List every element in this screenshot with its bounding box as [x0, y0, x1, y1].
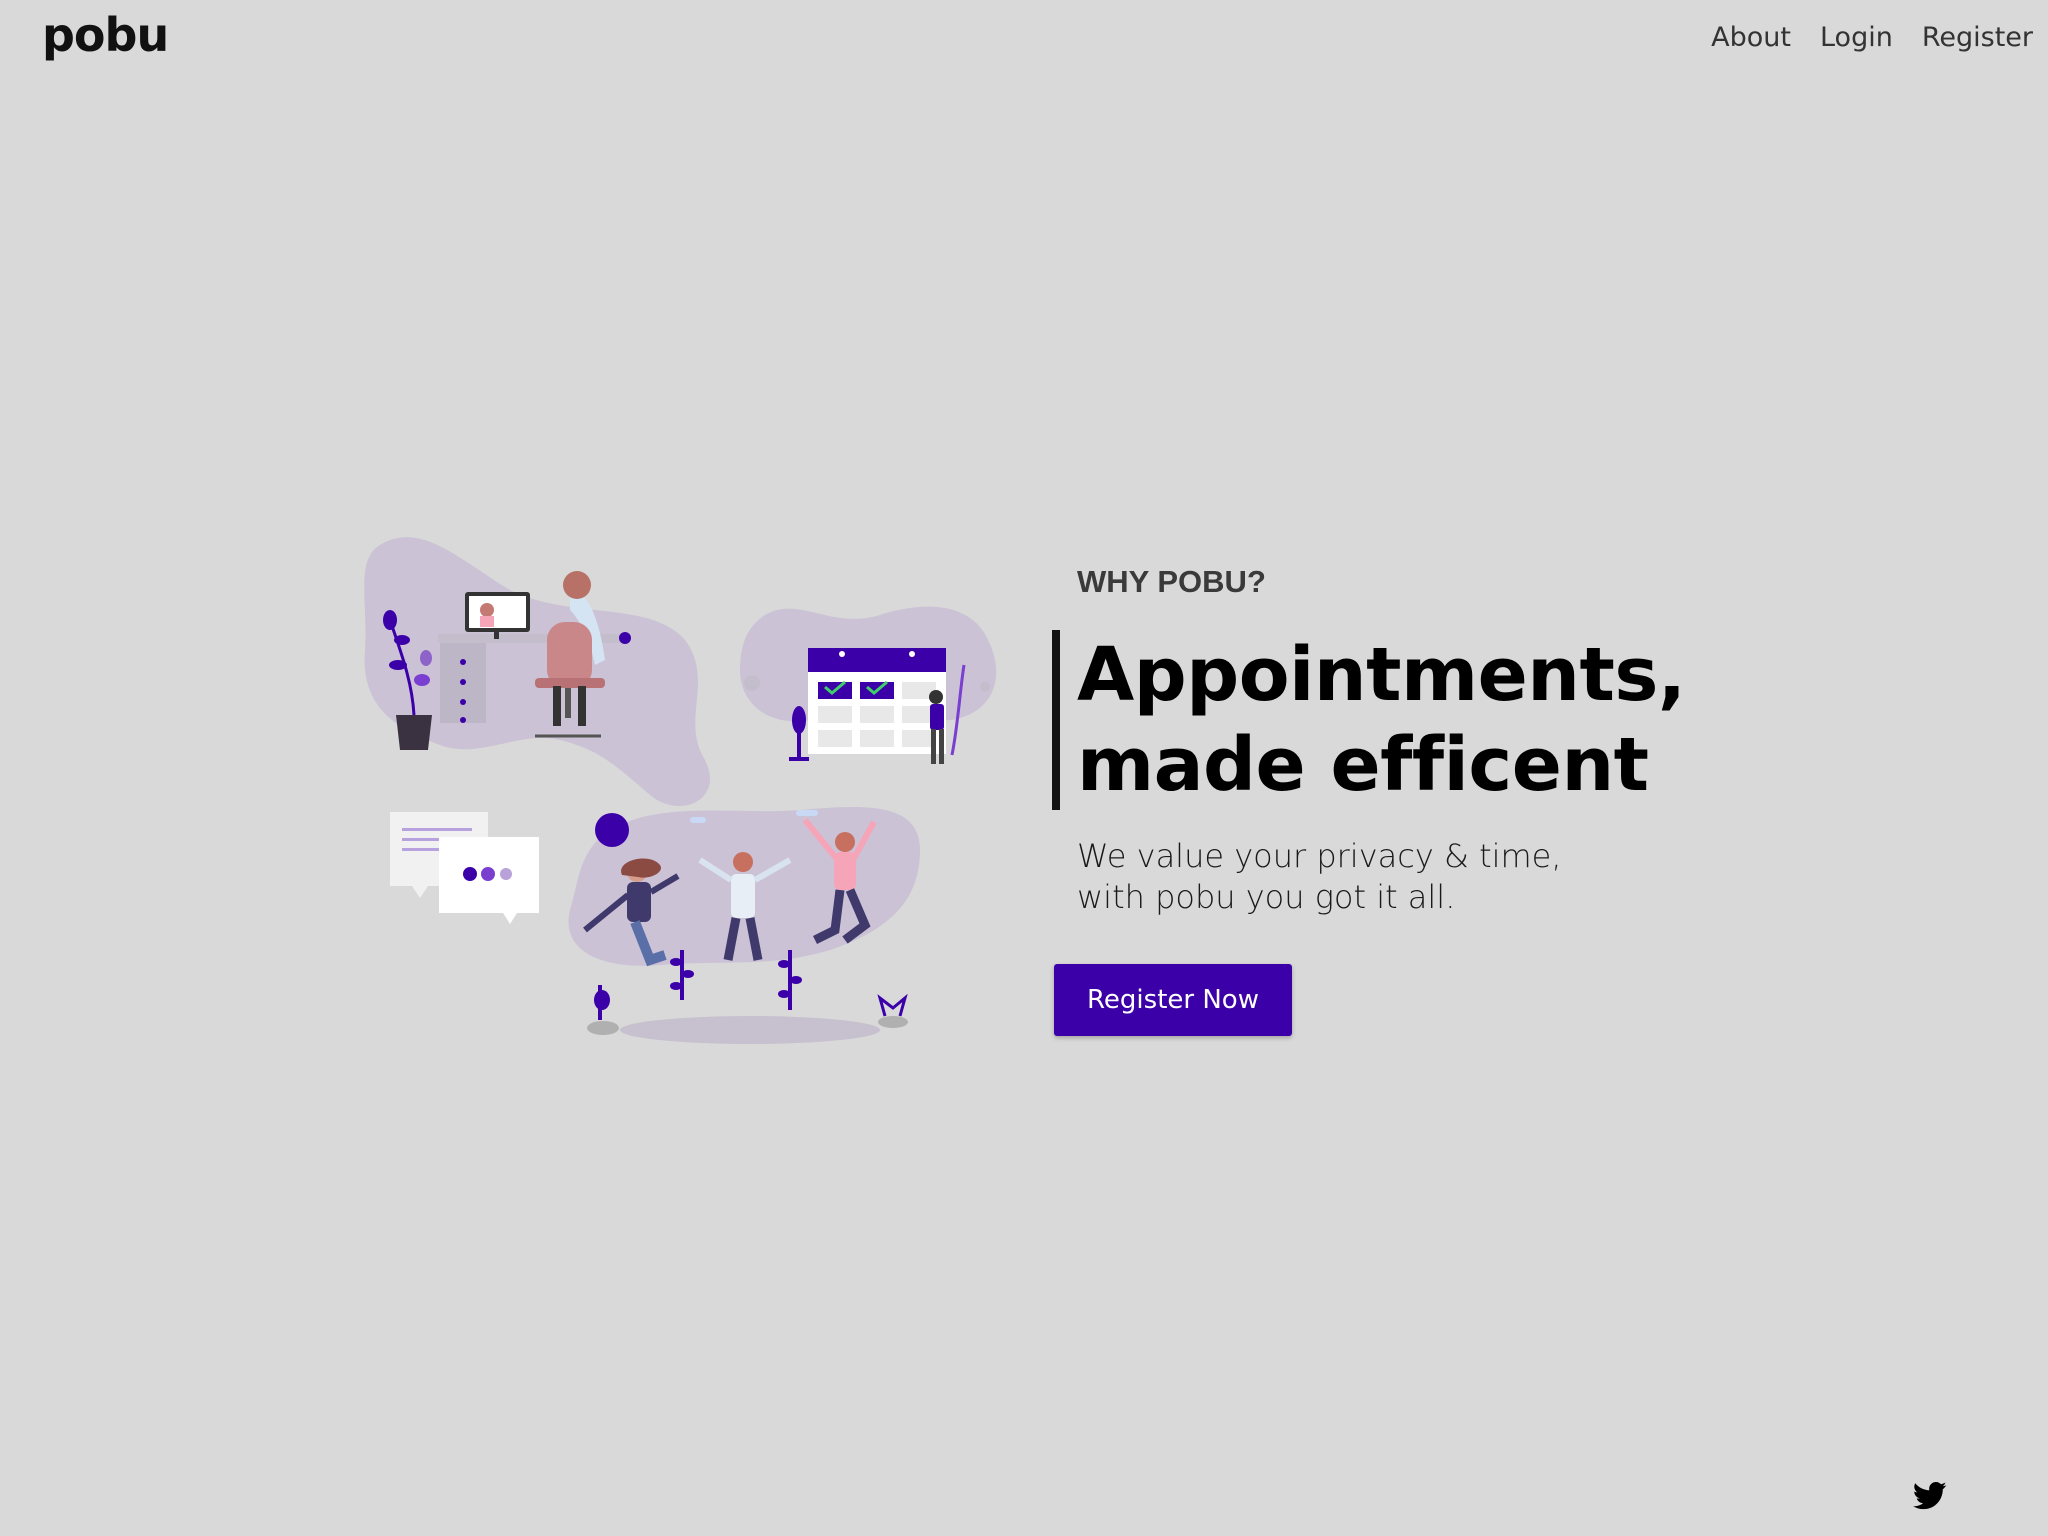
headline-block: Appointments, made efficent: [1052, 630, 1686, 810]
celebration-scene: [568, 806, 920, 1044]
nav-login-link[interactable]: Login: [1820, 22, 1893, 53]
subtitle-line-1: We value your privacy & time,: [1077, 837, 1562, 875]
logo[interactable]: pobu: [42, 8, 169, 62]
subtitle-line-2: with pobu you got it all.: [1077, 878, 1456, 916]
chat-bubbles: [390, 812, 539, 924]
nav-register-link[interactable]: Register: [1922, 22, 2033, 53]
office-scene: [364, 537, 710, 807]
headline-line-1: Appointments,: [1077, 632, 1686, 718]
headline-line-2: made efficent: [1077, 722, 1649, 808]
landing-page: pobu About Login Register WHY POBU? Appo…: [0, 0, 2048, 1536]
hero-headline: Appointments, made efficent: [1077, 630, 1686, 810]
top-nav: About Login Register: [1711, 22, 2033, 53]
hero-eyebrow: WHY POBU?: [1077, 564, 1266, 599]
hero-illustration: [364, 537, 997, 1044]
register-now-button[interactable]: Register Now: [1054, 964, 1292, 1036]
hero-subtitle: We value your privacy & time, with pobu y…: [1077, 836, 1697, 918]
calendar-scene: [740, 606, 997, 764]
twitter-icon[interactable]: [1913, 1481, 1947, 1511]
nav-about-link[interactable]: About: [1711, 22, 1791, 53]
